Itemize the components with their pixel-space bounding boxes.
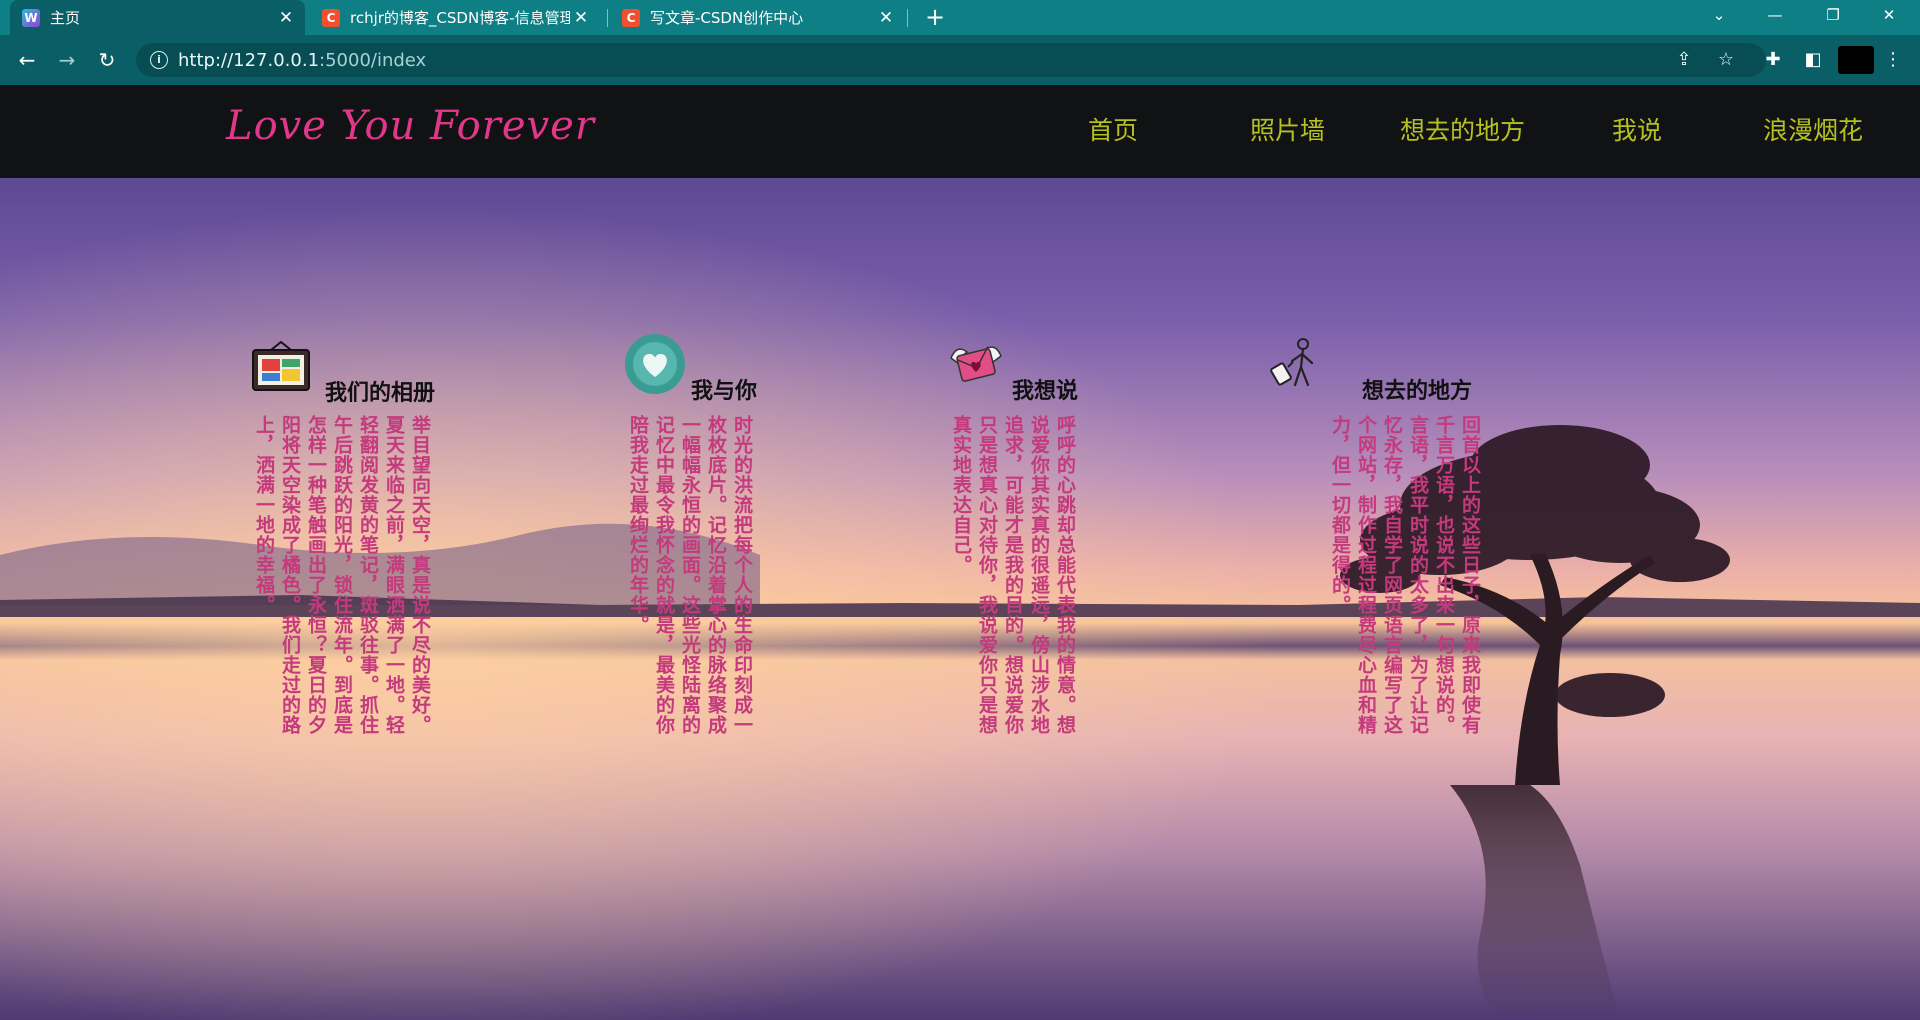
browser-toolbar: ← → ↻ i http://127.0.0.1:5000/index ⇪ ☆ … [0, 35, 1920, 85]
nav-link-home[interactable]: 首页 [1088, 111, 1138, 147]
minimize-button[interactable]: — [1752, 0, 1798, 30]
card-text-album: 举目望向天空，真是说不尽的美好。夏天来临之前，满眼洒满了一地。轻轻翻阅发黄的笔记… [253, 415, 431, 735]
web-page: Love You Forever 首页 照片墙 想去的地方 我说 浪漫烟花 我们… [0, 85, 1920, 1020]
close-tab-icon[interactable]: ✕ [275, 8, 297, 28]
browser-tab[interactable]: C 写文章-CSDN创作中心 ✕ [610, 0, 905, 35]
card-title-places: 想去的地方 [1362, 379, 1473, 404]
app-favicon-icon: W [22, 8, 40, 27]
nav-link-places[interactable]: 想去的地方 [1400, 111, 1525, 147]
tab-title: rchjr的博客_CSDN博客-信息管理 [350, 9, 570, 27]
nav-link-i-say[interactable]: 我说 [1612, 111, 1662, 147]
browser-tab-active[interactable]: W 主页 ✕ [10, 0, 305, 35]
forward-button[interactable]: → [54, 47, 80, 73]
close-window-button[interactable]: ✕ [1866, 0, 1912, 30]
browser-tab[interactable]: C rchjr的博客_CSDN博客-信息管理 ✕ [310, 0, 600, 35]
menu-kebab-icon[interactable]: ⋮ [1880, 47, 1906, 73]
back-button[interactable]: ← [14, 47, 40, 73]
url-path: :5000/index [319, 50, 427, 71]
tab-search-icon[interactable]: ⌄ [1696, 0, 1742, 30]
extensions-icon[interactable]: ✚ [1760, 47, 1786, 73]
address-bar[interactable]: i http://127.0.0.1:5000/index ⇪ ☆ [136, 43, 1766, 77]
card-text-places: 回首以上的这些日子，原来我即使有千言万语，也说不出来一句想说的。言语，我平时说的… [1329, 415, 1481, 735]
nav-link-photo-wall[interactable]: 照片墙 [1250, 111, 1325, 147]
close-tab-icon[interactable]: ✕ [875, 8, 897, 28]
bookmark-star-icon[interactable]: ☆ [1714, 48, 1738, 72]
restore-button[interactable]: ❐ [1810, 0, 1856, 30]
site-logo[interactable]: Love You Forever [226, 103, 595, 149]
browser-tab-strip: W 主页 ✕ C rchjr的博客_CSDN博客-信息管理 ✕ C 写文章-CS… [0, 0, 1920, 35]
card-text-you-and-me: 时光的洪流把每个人的生命印刻成一枚枚底片。记忆沿着掌心的脉络聚成一幅幅永恒的画面… [627, 415, 753, 735]
nav-link-fireworks[interactable]: 浪漫烟花 [1763, 111, 1863, 147]
love-letter-icon [950, 346, 1002, 382]
share-icon[interactable]: ⇪ [1672, 48, 1696, 72]
card-title-you-and-me: 我与你 [691, 379, 758, 404]
site-info-icon[interactable]: i [150, 51, 168, 69]
address-url[interactable]: http://127.0.0.1:5000/index [178, 50, 426, 71]
close-tab-icon[interactable]: ✕ [570, 8, 592, 28]
card-text-i-want-to-say: 呼呼的心跳却总能代表我的情意。想说爱你其实真的很遥远，傍山涉水地追求，可能才是我… [950, 415, 1076, 735]
side-panel-icon[interactable]: ◧ [1800, 47, 1826, 73]
tab-separator [607, 9, 608, 27]
photo-frame-icon [252, 340, 310, 391]
traveler-icon [1270, 338, 1314, 387]
tab-title: 主页 [50, 9, 81, 27]
card-title-i-want-to-say: 我想说 [1012, 379, 1079, 404]
card-title-album: 我们的相册 [325, 381, 436, 406]
csdn-favicon-icon: C [622, 8, 640, 27]
tab-separator [907, 9, 908, 27]
tab-title: 写文章-CSDN创作中心 [650, 9, 804, 27]
site-header: Love You Forever 首页 照片墙 想去的地方 我说 浪漫烟花 [0, 85, 1920, 178]
heart-badge-icon [625, 334, 685, 394]
profile-avatar[interactable] [1838, 46, 1874, 74]
reload-button[interactable]: ↻ [94, 47, 120, 73]
new-tab-button[interactable]: + [922, 4, 948, 30]
csdn-favicon-icon: C [322, 8, 340, 27]
url-host: http://127.0.0.1 [178, 50, 320, 71]
